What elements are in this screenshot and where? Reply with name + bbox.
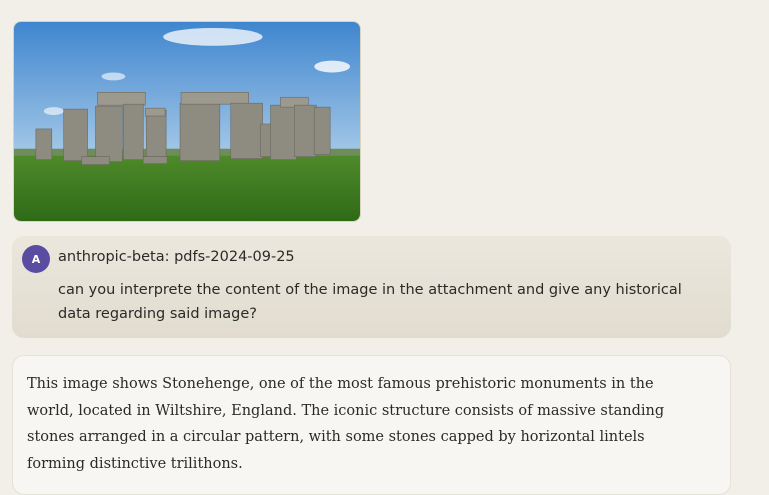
user-avatar: A: [22, 245, 50, 273]
assistant-message-text: This image shows Stonehenge, one of the …: [27, 376, 665, 472]
user-message-text: can you interprete the content of the im…: [58, 282, 682, 322]
user-message: A anthropic-beta: pdfs-2024-09-25 can yo…: [12, 236, 731, 338]
stonehenge-image: [14, 22, 360, 221]
image-attachment[interactable]: [13, 21, 361, 222]
user-name: anthropic-beta: pdfs-2024-09-25: [58, 249, 295, 265]
assistant-message: This image shows Stonehenge, one of the …: [12, 355, 731, 495]
